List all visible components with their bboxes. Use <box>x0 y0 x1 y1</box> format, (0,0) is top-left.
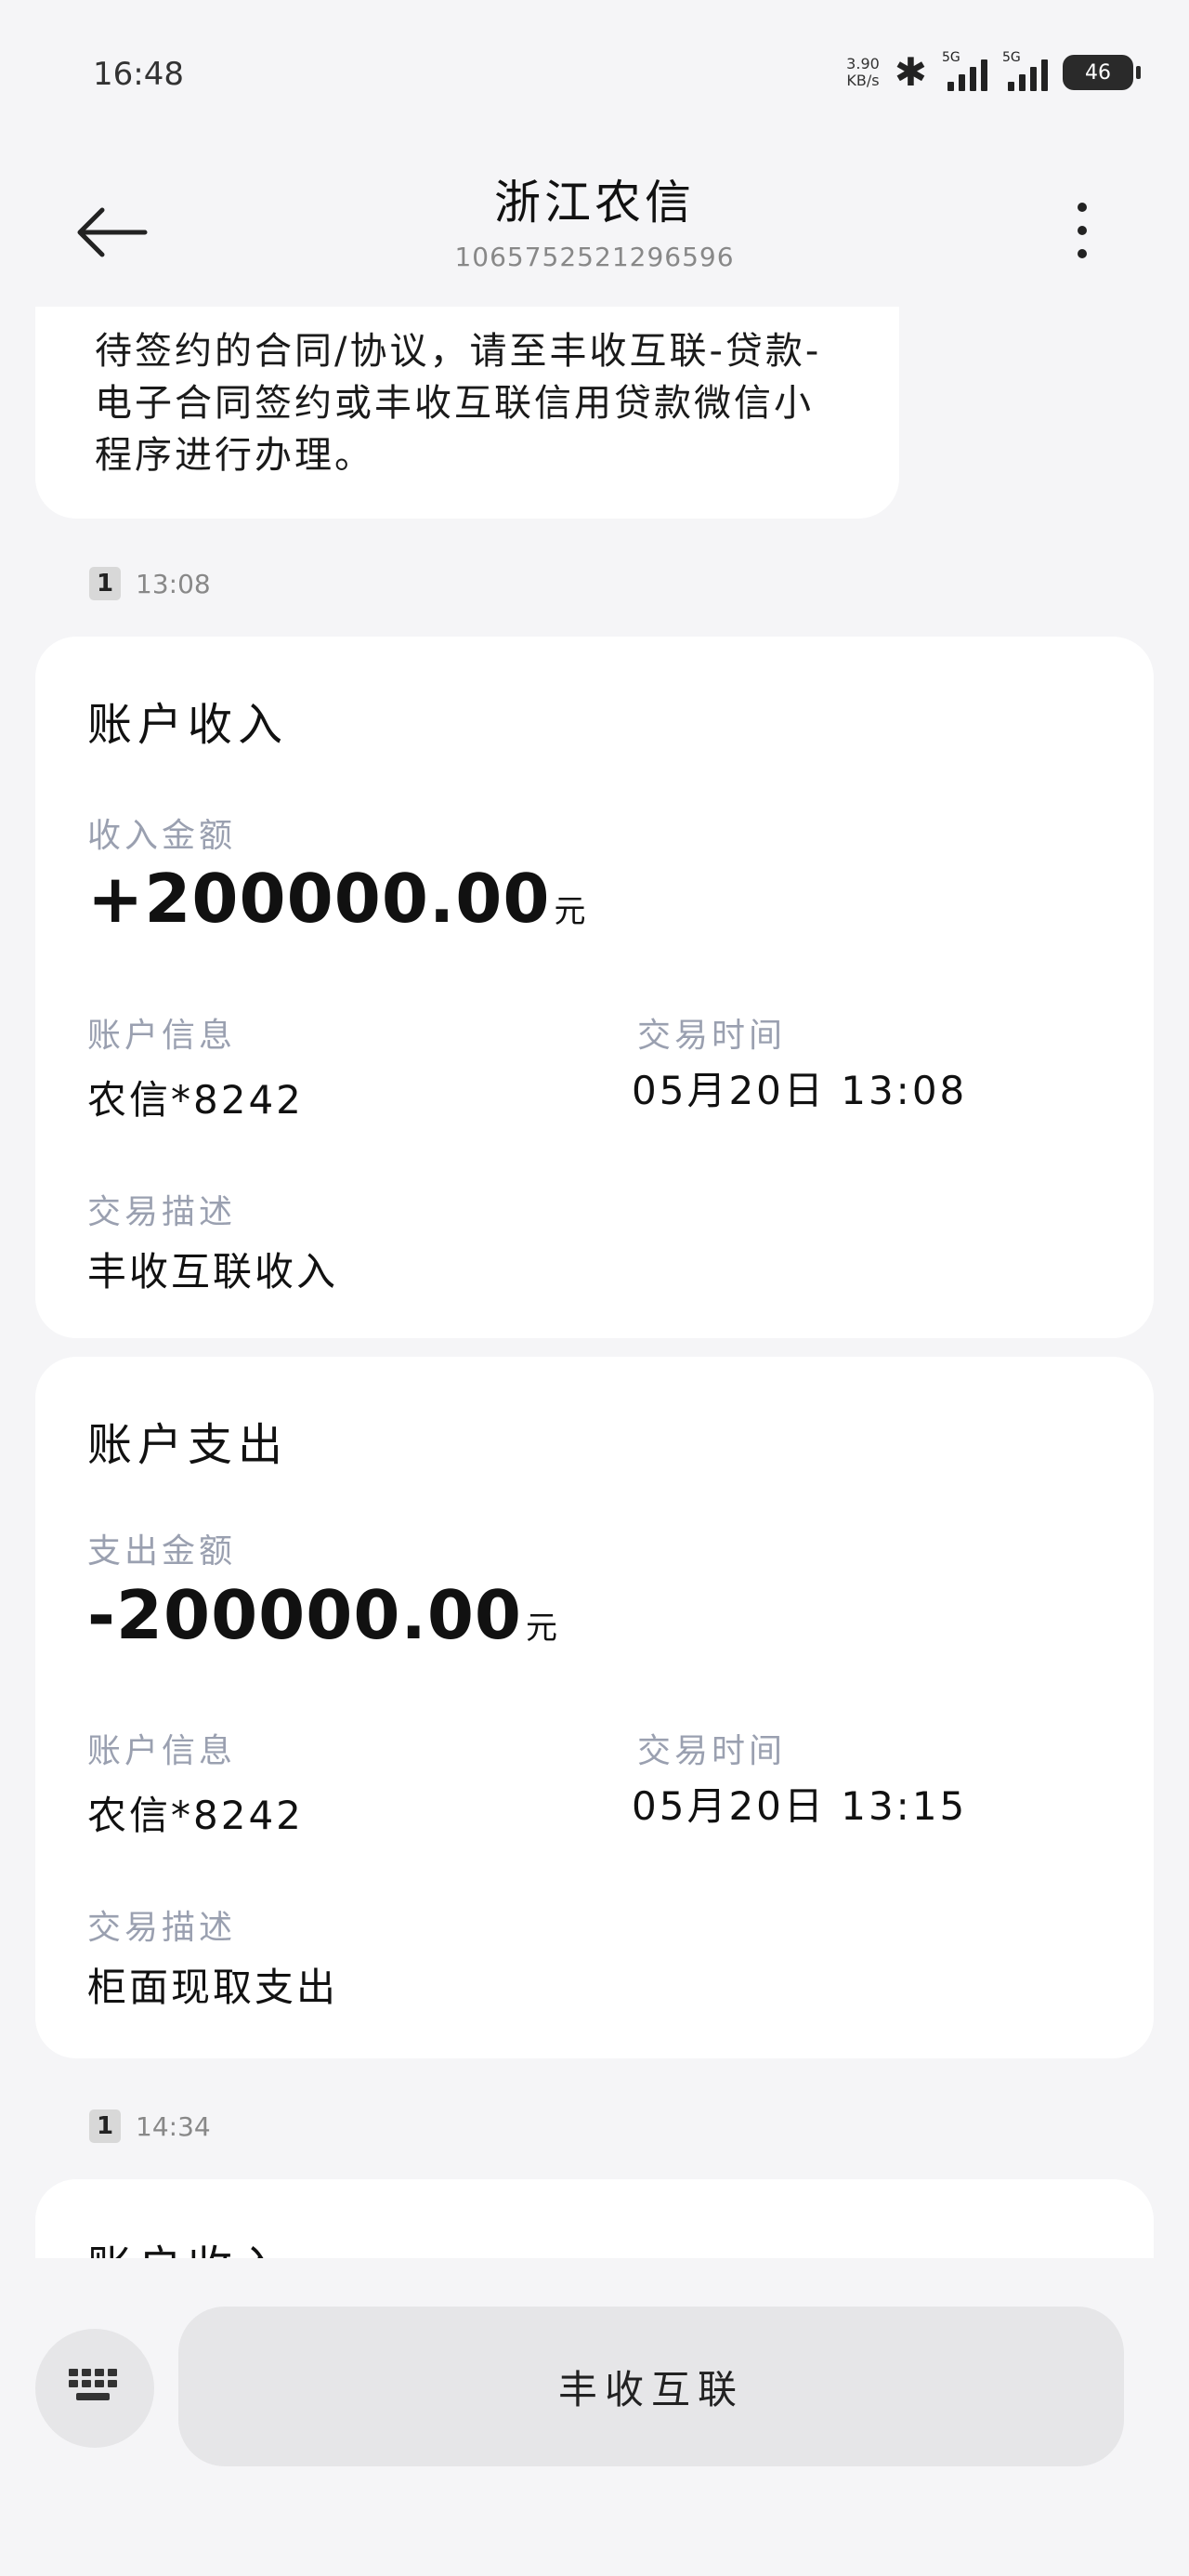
page-title: 浙江农信 <box>494 176 695 230</box>
amount-label: 收入金额 <box>87 817 237 855</box>
bottom-bar: 丰收互联 <box>0 2258 1189 2576</box>
status-time: 16:48 <box>93 56 184 93</box>
amount-value: +200000.00 元 <box>87 860 587 938</box>
message-time: 13:08 <box>136 568 211 599</box>
keyboard-button[interactable] <box>35 2329 154 2448</box>
sim-badge: 1 <box>89 567 121 600</box>
transaction-card-income[interactable]: 账户收入 收入金额 +200000.00 元 账户信息 农信*8242 交易时间 … <box>35 637 1154 1338</box>
amount-label: 支出金额 <box>87 1532 237 1571</box>
battery-icon: 46 <box>1063 55 1141 90</box>
time-label: 交易时间 <box>637 1017 787 1055</box>
more-dot-icon <box>1078 226 1087 235</box>
signal-icon-sim2: 5G <box>1002 50 1048 91</box>
transaction-card-income[interactable]: 账户收入 <box>35 2179 1154 2258</box>
message-time-row: 1 14:34 <box>89 2109 211 2143</box>
time-value: 05月20日 13:08 <box>632 1068 968 1113</box>
sender-number: 1065752521296596 <box>454 242 735 272</box>
network-speed: 3.90 KB/s <box>846 55 880 89</box>
card-title: 账户收入 <box>87 2230 288 2258</box>
desc-label: 交易描述 <box>87 1909 237 1947</box>
amount-value: -200000.00 元 <box>87 1576 559 1654</box>
keyboard-icon <box>69 2369 117 2400</box>
transaction-card-expense[interactable]: 账户支出 支出金额 -200000.00 元 账户信息 农信*8242 交易时间 … <box>35 1357 1154 2058</box>
status-icons: 3.90 KB/s ✱ 5G 5G 46 <box>846 49 1141 95</box>
account-label: 账户信息 <box>87 1017 237 1055</box>
desc-label: 交易描述 <box>87 1193 237 1231</box>
more-dot-icon <box>1078 203 1087 212</box>
account-value: 农信*8242 <box>87 1077 304 1123</box>
message-time-row: 1 13:08 <box>89 567 211 600</box>
message-feed[interactable]: 待签约的合同/协议，请至丰收互联-贷款-电子合同签约或丰收互联信用贷款微信小程序… <box>0 307 1189 2258</box>
card-title: 账户支出 <box>87 1419 289 1471</box>
more-dot-icon <box>1078 249 1087 258</box>
account-value: 农信*8242 <box>87 1793 304 1838</box>
title-block: 浙江农信 1065752521296596 <box>0 165 1189 272</box>
time-label: 交易时间 <box>637 1732 787 1770</box>
account-label: 账户信息 <box>87 1732 237 1770</box>
status-bar: 16:48 3.90 KB/s ✱ 5G 5G 46 <box>0 0 1189 139</box>
desc-value: 丰收互联收入 <box>87 1249 339 1295</box>
sim-badge: 1 <box>89 2109 121 2143</box>
signal-icon-sim1: 5G <box>942 50 987 91</box>
time-value: 05月20日 13:15 <box>632 1783 968 1829</box>
bluetooth-icon: ✱ <box>894 49 927 95</box>
more-options-button[interactable] <box>1068 193 1096 268</box>
menu-button-fengshou[interactable]: 丰收互联 <box>178 2307 1124 2466</box>
card-title: 账户收入 <box>87 699 289 751</box>
desc-value: 柜面现取支出 <box>87 1965 339 2010</box>
message-bubble: 待签约的合同/协议，请至丰收互联-贷款-电子合同签约或丰收互联信用贷款微信小程序… <box>35 307 899 519</box>
message-time: 14:34 <box>136 2110 211 2142</box>
conversation-header: 浙江农信 1065752521296596 <box>0 139 1189 307</box>
